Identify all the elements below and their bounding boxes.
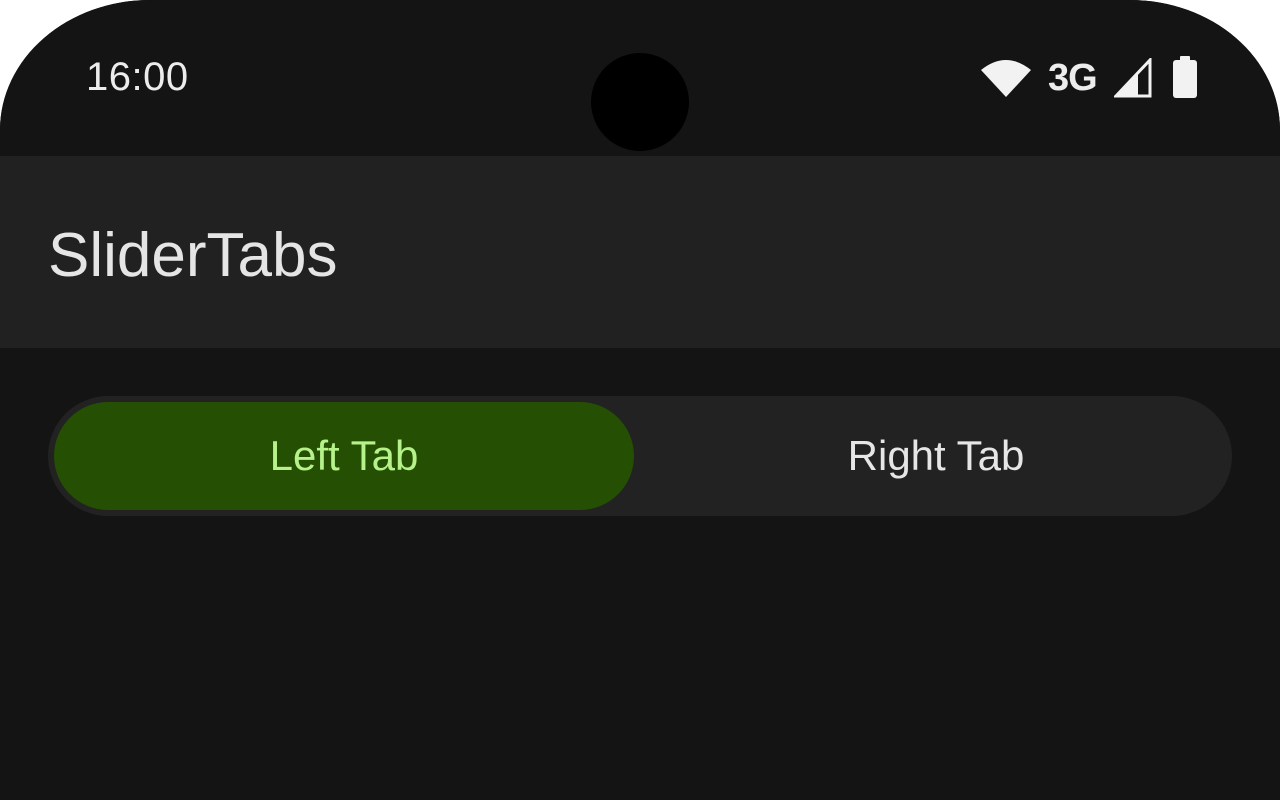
network-type-label: 3G [1048,57,1098,99]
tab-left-label: Left Tab [269,432,419,479]
status-bar: 16:00 3G [0,0,1280,156]
app-title: SliderTabs [48,221,338,290]
cell-signal-icon [1114,58,1152,98]
device-screen: 16:00 3G SliderTabs Left Tab Right Tab [0,0,1280,800]
wifi-icon [981,60,1031,97]
tab-right[interactable]: Right Tab [640,396,1232,516]
battery-icon [1173,56,1197,98]
status-clock: 16:00 [86,55,189,99]
camera-cutout [591,53,689,151]
app-bar: SliderTabs [0,156,1280,348]
tab-right-label: Right Tab [847,432,1025,479]
tab-left[interactable]: Left Tab [48,396,640,516]
slider-tabs: Left Tab Right Tab [48,396,1232,516]
